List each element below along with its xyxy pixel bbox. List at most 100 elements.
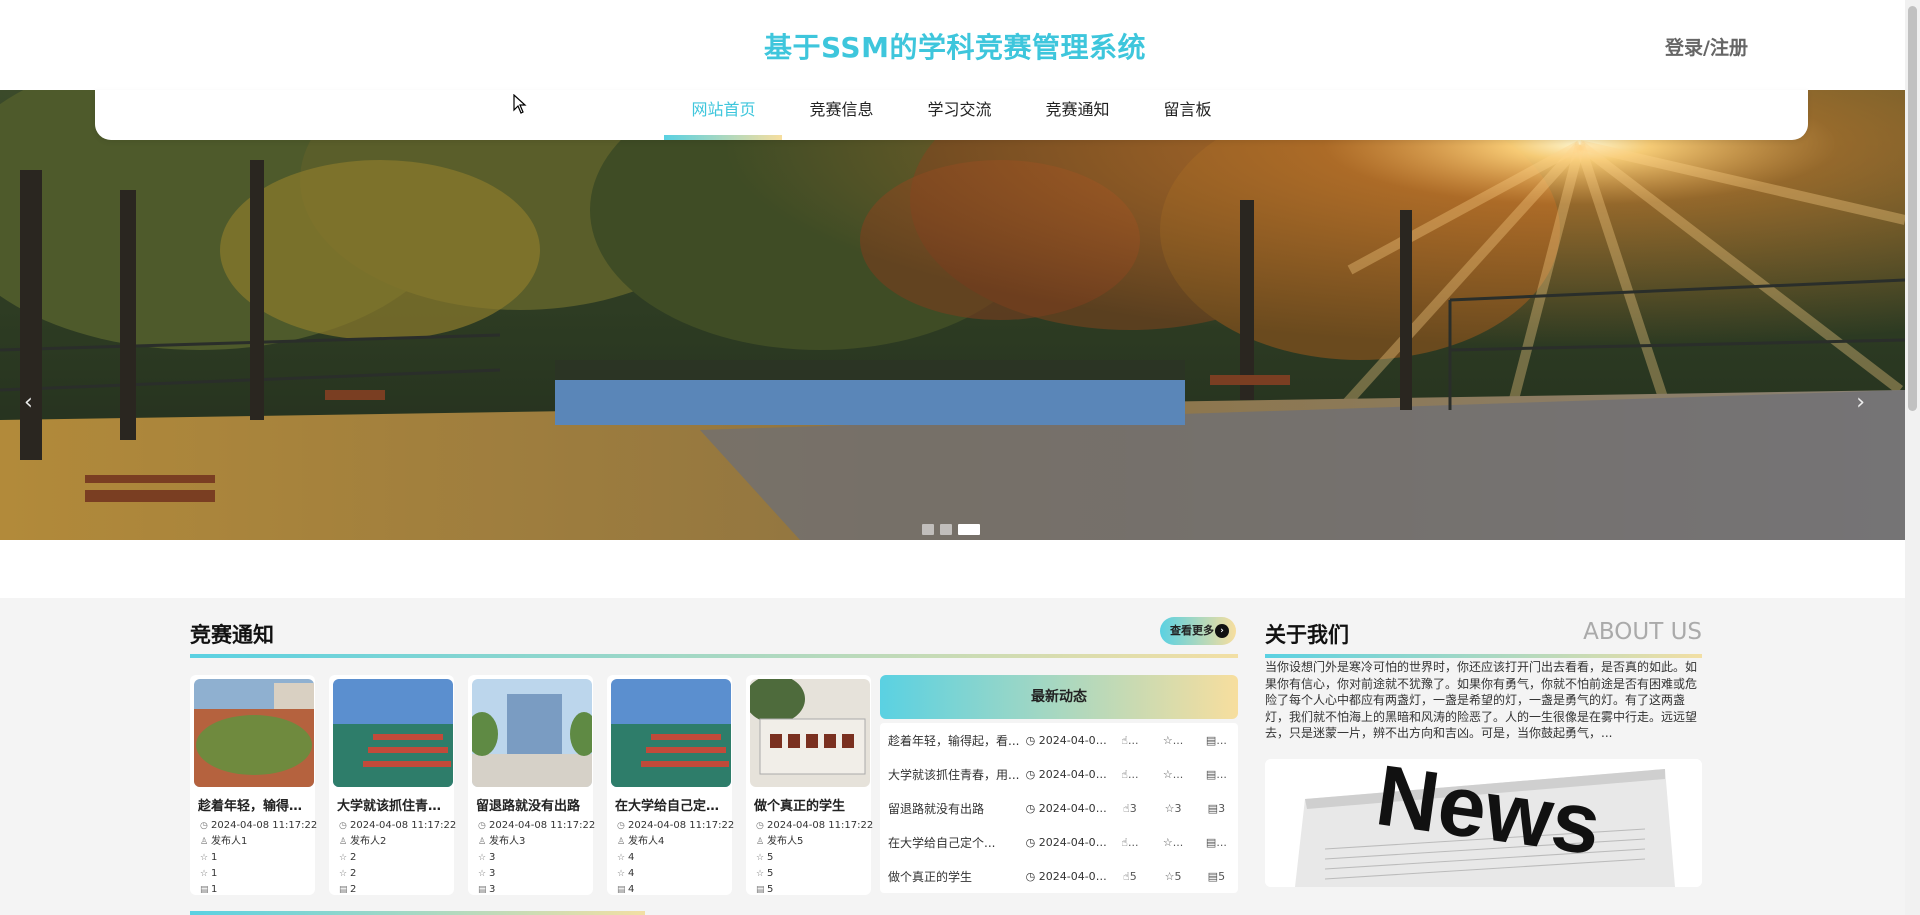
- notice-card-favorites: ☆ 5: [756, 866, 867, 882]
- view-more-button[interactable]: 查看更多 ›: [1160, 617, 1236, 645]
- latest-news-title: 最新动态: [880, 675, 1238, 719]
- news-image: News: [1265, 759, 1702, 887]
- carousel-next-icon[interactable]: ›: [1856, 390, 1865, 415]
- user-icon: ♙: [200, 837, 209, 847]
- latest-news-favorites: ☆...: [1162, 733, 1184, 747]
- notice-card-title[interactable]: 做个真正的学生: [754, 795, 866, 814]
- clock-icon: ◷: [756, 821, 764, 831]
- clock-icon: ◷: [478, 821, 486, 831]
- latest-news-likes: ☝...: [1121, 767, 1139, 781]
- notices-section-header: 竞赛通知 查看更多 ›: [190, 617, 1238, 658]
- latest-news-likes: ☝3: [1123, 801, 1137, 815]
- banner-image: [0, 90, 1905, 540]
- user-icon: ♙: [617, 837, 626, 847]
- scrollbar-thumb[interactable]: [1908, 6, 1917, 411]
- document-icon: ▤: [200, 885, 209, 895]
- latest-news-likes: ☝...: [1121, 835, 1139, 849]
- notice-card-views: ▤ 2: [339, 882, 450, 898]
- carousel-dot[interactable]: [940, 524, 952, 535]
- document-icon: ▤: [1207, 801, 1219, 815]
- notice-card[interactable]: 做个真正的学生 ◷ 2024-04-08 11:17:22 ♙ 发布人5 ☆ 5 ☆ 5 ▤ 5: [746, 675, 873, 895]
- document-icon: ▤: [339, 885, 348, 895]
- notice-card-title[interactable]: 在大学给自己定个目标: [615, 795, 727, 814]
- thumbs-up-icon: ☝: [1123, 869, 1130, 883]
- notice-card-publisher: ♙ 发布人5: [756, 834, 867, 850]
- notice-card-views: ▤ 3: [478, 882, 589, 898]
- thumbs-up-icon: ☆: [756, 853, 765, 863]
- notice-card-date: ◷ 2024-04-08 11:17:22: [617, 818, 734, 834]
- about-text: 当你设想门外是寒冷可怕的世界时，你还应该打开门出去看看，是否真的如此。如果你有信…: [1265, 660, 1698, 740]
- latest-news-title-text[interactable]: 大学就该抓住青春，用...: [888, 766, 1026, 783]
- notice-card-views: ▤ 1: [200, 882, 311, 898]
- latest-news-views: ▤...: [1205, 835, 1227, 849]
- arrow-right-icon: ›: [1215, 624, 1229, 638]
- login-register-link[interactable]: 登录/注册: [1665, 33, 1748, 60]
- notices-title: 竞赛通知: [190, 623, 274, 647]
- user-icon: ♙: [339, 837, 348, 847]
- latest-news-title-text[interactable]: 趁着年轻，输得起，看...: [888, 732, 1026, 749]
- latest-news-views: ▤...: [1205, 733, 1227, 747]
- notice-card[interactable]: 在大学给自己定个目标◷2024-04-08 11:17:22♙发布人4☆4☆4▤…: [607, 675, 734, 895]
- notice-card-image[interactable]: [611, 679, 731, 787]
- notice-card-title[interactable]: 趁着年轻，输得起，看看这世界: [198, 795, 310, 814]
- latest-news-title-text[interactable]: 留退路就没有出路: [888, 800, 1026, 817]
- clock-icon: ◷: [200, 821, 208, 831]
- notice-card[interactable]: 留退路就没有出路 ◷ 2024-04-08 11:17:22 ♙ 发布人3 ☆ 3 ☆ 3 ▤ 3: [468, 675, 595, 898]
- latest-news-favorites: ☆...: [1162, 835, 1184, 849]
- nav-item-4[interactable]: 留言板: [1137, 90, 1239, 140]
- notice-card-likes: ☆ 1: [200, 850, 311, 866]
- notice-card-title[interactable]: 大学就该抓住青春，用心去学习: [337, 795, 449, 814]
- notice-card-publisher: ♙ 发布人3: [478, 834, 589, 850]
- clock-icon: ◷: [1025, 801, 1039, 815]
- section-underline: [190, 654, 1238, 658]
- latest-news-title-text[interactable]: 在大学给自己定个...: [888, 834, 1026, 851]
- star-icon: ☆: [1162, 835, 1173, 849]
- latest-news-row[interactable]: 趁着年轻，输得起，看... ◷ 2024-04-08... ☝... ☆... ▤...: [880, 723, 1238, 757]
- notice-card-favorites: ☆ 3: [478, 866, 589, 882]
- document-icon: ▤: [478, 885, 487, 895]
- notice-card-publisher: ♙ 发布人4: [617, 834, 728, 850]
- user-icon: ♙: [478, 837, 487, 847]
- notice-card[interactable]: 大学就该抓住青春，用心去学习◷2024-04-08 11:17:22♙发布人2☆…: [329, 675, 456, 898]
- carousel-dot[interactable]: [922, 524, 934, 535]
- notice-card-image[interactable]: [194, 679, 314, 787]
- latest-news-likes: ☝5: [1123, 869, 1137, 883]
- latest-news-list: 趁着年轻，输得起，看... ◷ 2024-04-08... ☝... ☆... ▤...…: [880, 723, 1238, 893]
- latest-news-row[interactable]: 大学就该抓住青春，用... ◷ 2024-04-08... ☝... ☆... ▤...: [880, 757, 1238, 791]
- carousel-dot-active[interactable]: [958, 524, 980, 535]
- carousel-prev-icon[interactable]: ‹: [24, 390, 33, 415]
- latest-news-title-text[interactable]: 做个真正的学生: [888, 868, 1026, 885]
- notice-card-favorites: ☆ 1: [200, 866, 311, 882]
- thumbs-up-icon: ☝: [1121, 733, 1128, 747]
- page-scrollbar[interactable]: [1905, 0, 1920, 915]
- latest-news-row[interactable]: 留退路就没有出路◷ 2024-04-08 11:17:22 ☝3 ☆3 ▤3: [880, 791, 1238, 825]
- notice-card-likes: ☆ 3: [478, 850, 589, 866]
- thumbs-up-icon: ☆: [617, 853, 626, 863]
- notice-card-image[interactable]: [472, 679, 592, 787]
- clock-icon: ◷: [1025, 835, 1039, 849]
- user-icon: ♙: [756, 837, 765, 847]
- notice-card[interactable]: 趁着年轻，输得起，看看这世界◷2024-04-08 11:17:22♙发布人1☆…: [190, 675, 317, 898]
- section-underline: [190, 911, 645, 915]
- latest-news-row[interactable]: 做个真正的学生◷ 2024-04-08 11:17:22 ☝5 ☆5 ▤5: [880, 859, 1238, 893]
- notice-card-image[interactable]: [333, 679, 453, 787]
- clock-icon: ◷: [1025, 869, 1039, 883]
- latest-news-views: ▤3: [1207, 801, 1226, 815]
- nav-item-3[interactable]: 竞赛通知: [1019, 90, 1137, 140]
- about-title: 关于我们: [1265, 623, 1349, 647]
- document-icon: ▤: [1205, 835, 1217, 849]
- nav-item-2[interactable]: 学习交流: [900, 90, 1018, 140]
- star-icon: ☆: [478, 869, 487, 879]
- notice-card-image[interactable]: [750, 679, 870, 787]
- notice-card-title[interactable]: 留退路就没有出路: [476, 795, 588, 814]
- nav-item-1[interactable]: 竞赛信息: [782, 90, 900, 140]
- latest-news-row[interactable]: 在大学给自己定个...◷ 2024-04-08 11:1... ☝... ☆... ▤…: [880, 825, 1238, 859]
- star-icon: ☆: [1164, 869, 1175, 883]
- notice-card-likes: ☆ 5: [756, 850, 867, 866]
- nav-item-0[interactable]: 网站首页: [664, 90, 783, 140]
- latest-news-panel: 最新动态 趁着年轻，输得起，看... ◷ 2024-04-08... ☝... ☆..…: [880, 675, 1238, 895]
- latest-news-views: ▤5: [1207, 869, 1226, 883]
- latest-news-views: ▤...: [1205, 767, 1227, 781]
- star-icon: ☆: [617, 869, 626, 879]
- thumbs-up-icon: ☆: [339, 853, 348, 863]
